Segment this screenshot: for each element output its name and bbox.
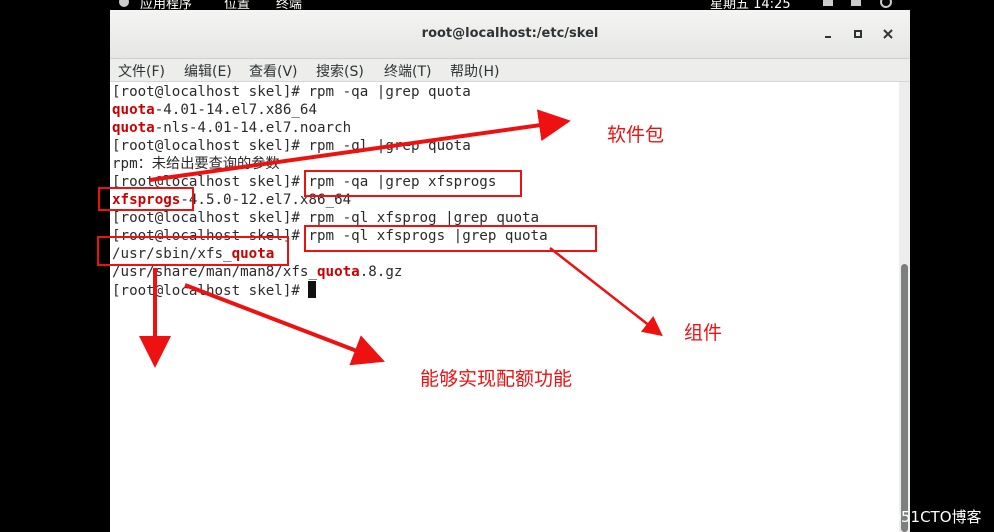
arrow-to-component-label xyxy=(549,247,663,337)
annotation-package: 软件包 xyxy=(607,124,665,146)
annotation-quota-function: 能够实现配额功能 xyxy=(420,368,573,390)
watermark: @51CTO博客 xyxy=(886,508,982,526)
arrow-to-package-label xyxy=(149,109,571,182)
arrow-to-quota-label xyxy=(184,283,385,366)
annotation-component: 组件 xyxy=(684,322,723,344)
annotation-arrows xyxy=(139,109,663,368)
